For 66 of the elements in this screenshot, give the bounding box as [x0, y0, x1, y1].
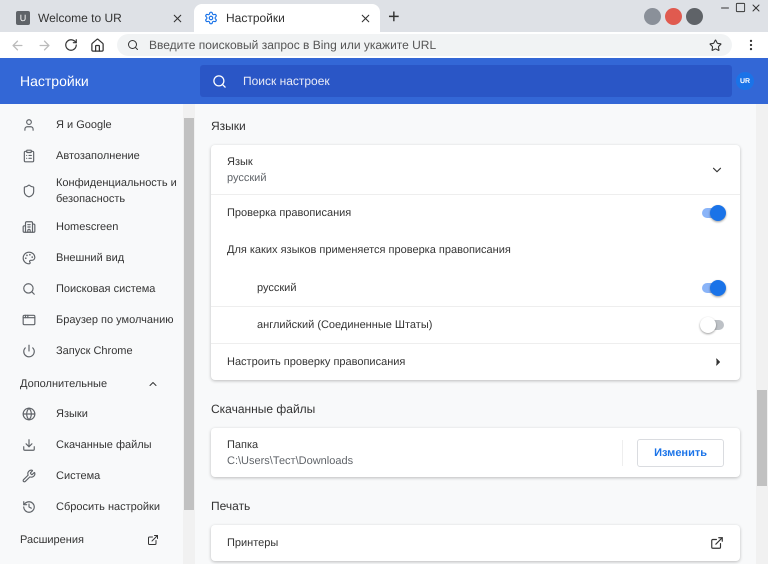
search-input[interactable]: Поиск настроек: [241, 73, 720, 89]
advanced-toggle[interactable]: Дополнительные: [0, 366, 183, 398]
new-tab-button[interactable]: +: [382, 6, 406, 29]
close-icon[interactable]: [359, 12, 372, 24]
search-icon: [127, 39, 139, 51]
address-bar[interactable]: Введите поисковый запрос в Bing или укажите URL: [117, 34, 732, 56]
printers-row[interactable]: Принтеры: [211, 525, 740, 561]
sidebar-item[interactable]: Скачанные файлы: [0, 429, 183, 460]
row-label: Язык: [227, 156, 254, 168]
row-label: Папка: [227, 438, 260, 450]
close-icon[interactable]: [171, 12, 184, 24]
download-icon: [22, 438, 36, 452]
sidebar-item[interactable]: Конфиденциальность и безопасность: [0, 171, 183, 211]
toggle-switch[interactable]: [702, 320, 724, 330]
palette-icon: [22, 250, 36, 264]
change-button[interactable]: Изменить: [637, 438, 724, 466]
section-title: Языки: [211, 119, 247, 133]
close-icon[interactable]: [750, 2, 762, 14]
extensions-link[interactable]: Расширения: [0, 522, 183, 554]
sidebar-item[interactable]: Сбросить настройки: [0, 491, 183, 522]
sidebar-item[interactable]: Я и Google: [0, 109, 183, 140]
favicon: U: [16, 11, 30, 25]
download-circle-icon[interactable]: [686, 8, 703, 24]
browser-tab[interactable]: Настройки: [194, 4, 380, 32]
section-title: Печать: [211, 499, 252, 513]
page-title: Настройки: [20, 73, 90, 89]
external-link-icon: [147, 534, 159, 546]
extension-icon[interactable]: [665, 8, 682, 24]
sidebar-item[interactable]: Система: [0, 460, 183, 491]
power-icon: [22, 344, 36, 358]
language-dropdown-row[interactable]: Язык русский: [211, 145, 740, 194]
sidebar-item[interactable]: Homescreen: [0, 211, 183, 242]
sidebar-item[interactable]: Браузер по умолчанию: [0, 304, 183, 335]
star-icon[interactable]: [709, 38, 722, 52]
reload-icon[interactable]: [64, 38, 78, 52]
browser-tab[interactable]: U Welcome to UR: [6, 4, 192, 32]
home-icon[interactable]: [90, 38, 105, 52]
search-icon: [212, 74, 227, 88]
globe-icon: [22, 406, 36, 420]
language-label: русский: [257, 282, 298, 294]
wrench-icon: [22, 468, 36, 482]
spellcheck-settings-row[interactable]: Настроить проверку правописания: [211, 343, 740, 380]
sidebar-item[interactable]: Запуск Chrome: [0, 335, 183, 366]
gear-icon: [204, 11, 218, 25]
history-icon: [22, 500, 36, 514]
sidebar-item[interactable]: Поисковая система: [0, 273, 183, 304]
language-label: английский (Соединенные Штаты): [257, 319, 434, 331]
row-label: Проверка правописания: [227, 207, 352, 219]
window-icon: [22, 312, 36, 326]
buildings-icon: [22, 220, 36, 234]
clipboard-icon: [22, 148, 36, 162]
row-label: Для каких языков применяется проверка правописания: [227, 244, 511, 256]
row-value: русский: [227, 172, 268, 184]
toggle-switch[interactable]: [702, 282, 724, 292]
section-title: Скачанные файлы: [211, 402, 316, 416]
sidebar-item[interactable]: Языки: [0, 398, 183, 429]
shield-icon: [22, 184, 36, 198]
maximize-icon[interactable]: [735, 2, 746, 13]
external-link-icon: [710, 536, 724, 550]
folder-path: C:\Users\Тест\Downloads: [227, 454, 354, 466]
search-icon: [22, 282, 36, 296]
sidebar-item[interactable]: Внешний вид: [0, 242, 183, 273]
toggle-switch[interactable]: [702, 208, 724, 218]
person-icon: [22, 118, 36, 132]
sidebar-item[interactable]: Автозаполнение: [0, 140, 183, 171]
search-field[interactable]: Поиск настроек: [200, 65, 732, 97]
